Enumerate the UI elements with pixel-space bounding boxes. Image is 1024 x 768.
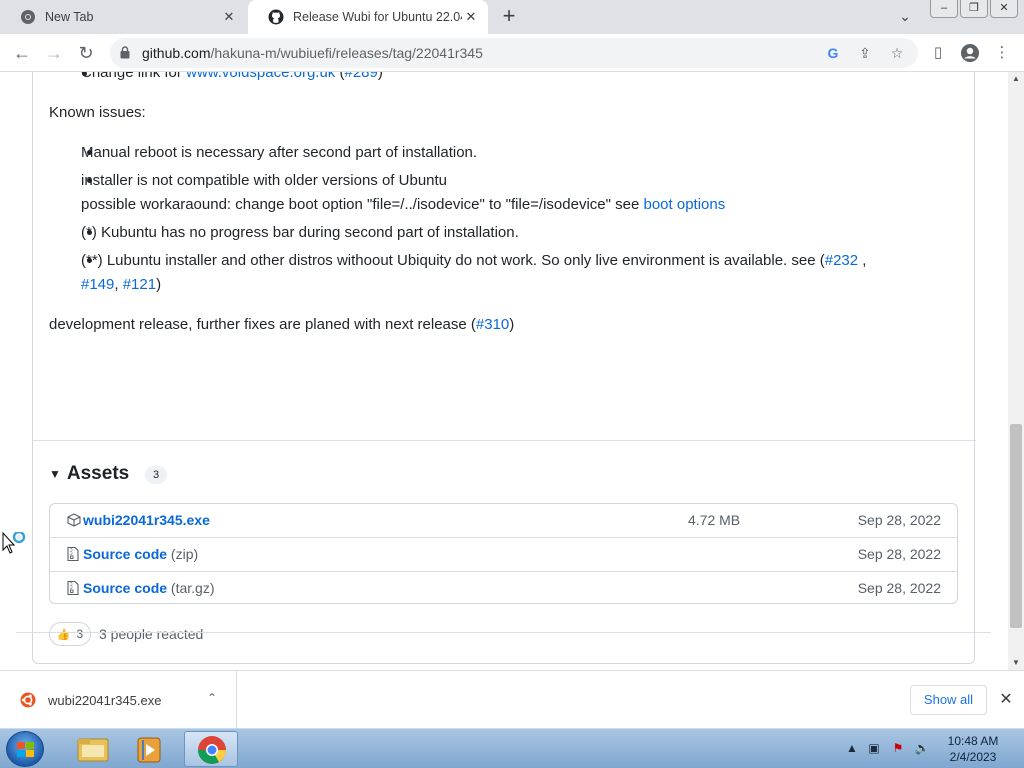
new-tab-button[interactable]: + xyxy=(498,5,520,28)
back-arrow-icon[interactable]: ← xyxy=(10,41,34,65)
issue-link-289[interactable]: #289 xyxy=(344,72,377,81)
asset-link-zip[interactable]: Source code (zip) xyxy=(83,546,198,562)
tab-title: Release Wubi for Ubuntu 22.04.1 xyxy=(293,10,462,24)
download-filename: wubi22041r345.exe xyxy=(48,693,162,708)
scrollbar-thumb[interactable] xyxy=(1010,424,1022,628)
start-button[interactable] xyxy=(6,731,44,767)
profile-avatar-icon[interactable] xyxy=(960,43,980,63)
close-icon[interactable]: ✕ xyxy=(996,690,1016,710)
page-scrollbar[interactable]: ▲ ▼ xyxy=(1008,72,1024,670)
assets-count-badge: 3 xyxy=(145,466,167,484)
download-shelf: wubi22041r345.exe ⌃ Show all ✕ xyxy=(0,670,1024,728)
ubuntu-icon xyxy=(20,692,36,708)
show-all-button[interactable]: Show all xyxy=(910,685,987,715)
reload-icon[interactable]: ↻ xyxy=(74,41,98,65)
folder-icon xyxy=(77,738,109,762)
file-zip-icon xyxy=(67,546,81,562)
lock-icon xyxy=(120,46,130,59)
asset-date: Sep 28, 2022 xyxy=(857,546,941,562)
issue-item-cont: possible workaraound: change boot option… xyxy=(81,196,726,213)
browser-toolbar: ← → ↻ github.com/hakuna-m/wubiuefi/relea… xyxy=(0,34,1024,72)
tab-title: New Tab xyxy=(45,10,94,24)
address-bar[interactable]: github.com/hakuna-m/wubiuefi/releases/ta… xyxy=(110,38,918,68)
chevron-down-icon[interactable]: ⌄ xyxy=(896,8,914,26)
asset-row: Source code (zip) Sep 28, 2022 xyxy=(50,537,957,570)
taskbar-chrome[interactable] xyxy=(184,731,238,767)
busy-cursor-icon xyxy=(2,530,30,556)
network-icon[interactable]: ▣ xyxy=(866,741,882,757)
close-icon[interactable]: ✕ xyxy=(220,8,238,26)
tray-expand-icon[interactable]: ▲ xyxy=(844,741,860,757)
changelog-item: Change link for www.voidspace.org.uk (#2… xyxy=(81,72,383,81)
download-item[interactable]: wubi22041r345.exe ⌃ xyxy=(0,671,237,728)
reaction-count: 3 xyxy=(76,627,84,641)
windows-taskbar: ▲ ▣ ⚑ 🔈 10:48 AM 2/4/2023 xyxy=(0,728,1024,768)
reaction-summary: 3 people reacted xyxy=(99,626,204,642)
issue-item: Manual reboot is necessary after second … xyxy=(81,144,478,161)
thumbs-up-icon: 👍 xyxy=(56,628,71,641)
taskbar-explorer[interactable] xyxy=(66,731,120,767)
system-clock[interactable]: 10:48 AM 2/4/2023 xyxy=(938,733,1008,765)
asset-link-targz[interactable]: Source code (tar.gz) xyxy=(83,580,215,596)
scroll-down-icon[interactable]: ▼ xyxy=(1008,656,1024,670)
restore-button[interactable]: ❐ xyxy=(960,0,988,18)
clock-time: 10:48 AM xyxy=(947,734,999,748)
asset-row: Source code (tar.gz) Sep 28, 2022 xyxy=(50,571,957,604)
close-icon[interactable]: ✕ xyxy=(462,8,480,26)
issue-item-cont: #149, #121) xyxy=(81,276,162,293)
taskbar-media-player[interactable] xyxy=(124,731,178,767)
boot-options-link[interactable]: boot options xyxy=(643,196,725,213)
url-text[interactable]: github.com/hakuna-m/wubiuefi/releases/ta… xyxy=(142,45,483,61)
issue-item: (*) Kubuntu has no progress bar during s… xyxy=(81,224,519,241)
file-zip-icon xyxy=(67,580,81,596)
action-center-flag-icon[interactable]: ⚑ xyxy=(890,741,906,757)
windows-logo-icon xyxy=(16,741,34,757)
chrome-icon xyxy=(198,736,226,764)
tab-new-tab[interactable]: New Tab ✕ xyxy=(0,0,246,34)
issue-item: installer is not compatible with older v… xyxy=(81,172,448,189)
scroll-up-icon[interactable]: ▲ xyxy=(1008,72,1024,86)
package-icon xyxy=(67,513,81,527)
star-icon[interactable]: ☆ xyxy=(888,44,906,62)
issue-link-149[interactable]: #149 xyxy=(81,276,114,293)
assets-list: wubi22041r345.exe 4.72 MB Sep 28, 2022 S… xyxy=(49,503,958,604)
release-card: Change link for www.voidspace.org.uk (#2… xyxy=(32,72,976,664)
dev-release-note: development release, further fixes are p… xyxy=(49,316,515,333)
menu-kebab-icon[interactable]: ⋮ xyxy=(992,43,1012,63)
github-icon xyxy=(268,9,284,25)
chevron-up-icon[interactable]: ⌃ xyxy=(204,691,220,707)
google-icon[interactable]: G xyxy=(824,44,842,62)
assets-heading: Assets xyxy=(66,463,130,484)
section-divider xyxy=(33,440,976,441)
chrome-icon xyxy=(20,9,36,25)
clock-date: 2/4/2023 xyxy=(949,750,997,764)
page-viewport: Change link for www.voidspace.org.uk (#2… xyxy=(0,72,1008,670)
page-divider xyxy=(16,632,991,633)
issue-item: (**) Lubuntu installer and other distros… xyxy=(81,252,867,269)
asset-row: wubi22041r345.exe 4.72 MB Sep 28, 2022 xyxy=(50,504,957,537)
assets-toggle[interactable]: ▼ Assets xyxy=(49,463,129,485)
tab-release[interactable]: Release Wubi for Ubuntu 22.04.1 ✕ xyxy=(248,0,488,34)
asset-size: 4.72 MB xyxy=(688,512,741,528)
asset-date: Sep 28, 2022 xyxy=(857,580,941,596)
asset-link-exe[interactable]: wubi22041r345.exe xyxy=(83,512,210,528)
minimize-button[interactable]: – xyxy=(930,0,958,18)
forward-arrow-icon[interactable]: → xyxy=(42,41,66,65)
media-player-icon xyxy=(137,737,161,763)
known-issues-heading: Known issues: xyxy=(49,104,146,121)
reaction-button[interactable]: 👍 3 xyxy=(49,622,91,646)
close-window-button[interactable]: ✕ xyxy=(990,0,1018,18)
voidspace-link[interactable]: www.voidspace.org.uk xyxy=(186,72,335,81)
triangle-down-icon: ▼ xyxy=(49,467,61,481)
share-icon[interactable]: ⇪ xyxy=(856,44,874,62)
volume-icon[interactable]: 🔈 xyxy=(914,741,930,757)
issue-link-310[interactable]: #310 xyxy=(476,316,509,333)
asset-date: Sep 28, 2022 xyxy=(857,512,941,528)
issue-link-232[interactable]: #232 xyxy=(825,252,858,269)
issue-link-121[interactable]: #121 xyxy=(123,276,156,293)
side-panel-icon[interactable]: ▯ xyxy=(928,43,948,63)
tab-strip: New Tab ✕ Release Wubi for Ubuntu 22.04.… xyxy=(0,0,1024,34)
